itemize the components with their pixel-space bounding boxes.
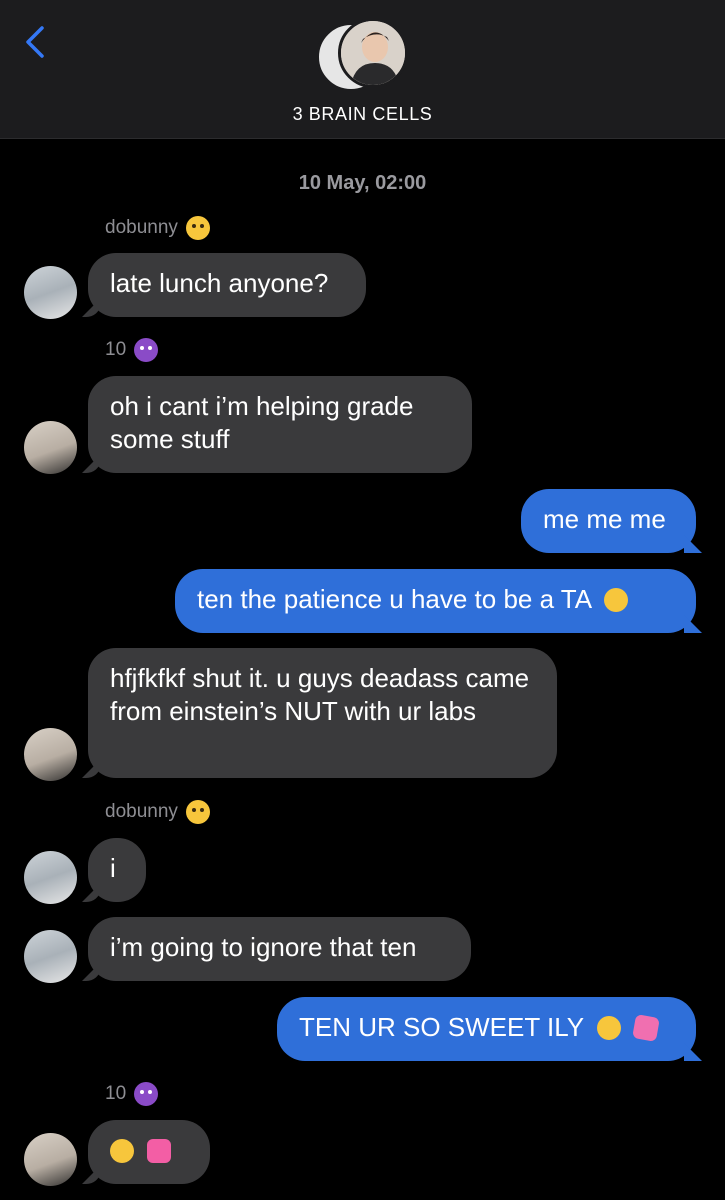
pleading-face-emoji-icon [596,1016,621,1040]
avatar[interactable] [24,421,77,474]
avatar[interactable] [24,851,77,904]
message-text: late lunch anyone? [110,268,329,298]
sender-label: dobunny [105,798,210,826]
sender-name: 10 [105,339,127,360]
avatar[interactable] [24,1133,77,1186]
group-avatar[interactable] [316,18,410,96]
back-button[interactable] [18,22,52,62]
group-name[interactable]: 3 BRAIN CELLS [0,104,725,125]
message-bubble[interactable] [88,1120,210,1184]
frowning-face-emoji-icon [603,588,628,612]
timestamp: 10 May, 02:00 [298,172,427,194]
smiling-devil-emoji-icon [134,1082,159,1106]
message-text: oh i cant i’m helping grade some stuff [110,391,414,454]
pleading-face-emoji-icon [110,1139,134,1163]
member-avatar [338,18,408,88]
smiling-devil-emoji-icon [134,338,159,362]
message-text: hfjfkfkf shut it. u guys deadass came fr… [110,663,530,726]
message-text: me me me [543,504,666,534]
message-text: ten the patience u have to be a TA [197,584,591,614]
raised-eyebrow-emoji-icon [185,216,210,240]
sender-name: dobunny [105,217,178,238]
message-text: i’m going to ignore that ten [110,932,417,962]
sender-name: 10 [105,1083,127,1104]
message-text: TEN UR SO SWEET ILY [299,1012,584,1042]
message-bubble[interactable]: i [88,838,146,902]
sender-label: 10 [105,1080,159,1108]
person-photo-icon [341,21,405,85]
message-bubble[interactable]: ten the patience u have to be a TA [175,569,696,633]
avatar[interactable] [24,266,77,319]
message-bubble[interactable]: late lunch anyone? [88,253,366,317]
sender-label: 10 [105,336,159,364]
avatar[interactable] [24,728,77,781]
raised-eyebrow-emoji-icon [185,800,210,824]
message-bubble[interactable]: i’m going to ignore that ten [88,917,471,981]
message-text: i [110,853,116,883]
chat-header: 3 BRAIN CELLS [0,0,725,139]
chevron-left-icon [26,26,44,58]
pink-heart-emoji-icon [147,1139,172,1163]
message-bubble[interactable]: me me me [521,489,696,553]
two-hearts-emoji-icon [632,1014,660,1042]
sender-name: dobunny [105,801,178,822]
sender-label: dobunny [105,214,210,242]
message-bubble[interactable]: hfjfkfkf shut it. u guys deadass came fr… [88,648,557,778]
message-bubble[interactable]: oh i cant i’m helping grade some stuff [88,376,472,473]
message-bubble[interactable]: TEN UR SO SWEET ILY [277,997,696,1061]
avatar[interactable] [24,930,77,983]
